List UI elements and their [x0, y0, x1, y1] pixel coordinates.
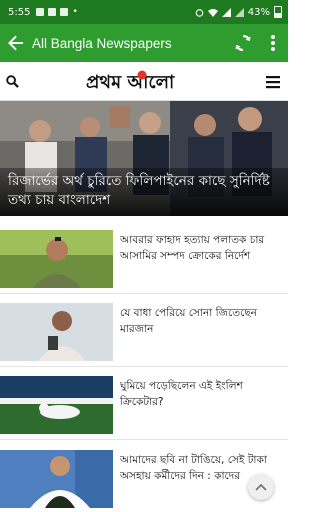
article-thumbnail-4 — [0, 450, 113, 508]
article-item-2[interactable]: যে বাধা পেরিয়ে সোনা জিতেছেন মারজান — [0, 303, 288, 363]
article-item-3[interactable]: ঘুমিয়ে পড়েছিলেন এই ইংলিশ ক্রিকেটার? — [0, 376, 288, 436]
article-item-4[interactable]: আমাদের ছবি না টাঙিয়ে, সেই টাকা অসহায় ক… — [0, 450, 288, 510]
hamburger-icon — [266, 76, 280, 89]
message-icon — [60, 8, 69, 16]
battery-percent: 43% — [247, 6, 270, 18]
article-title-1: আবরার ফাহাদ হত্যায় পলাতক চার আসামির সম্… — [120, 234, 265, 262]
signal-icon — [221, 7, 231, 17]
alarm-icon — [195, 8, 204, 17]
app-bar: All Bangla Newspapers — [0, 24, 288, 62]
article-thumbnail-2 — [0, 303, 113, 361]
refresh-icon — [235, 34, 251, 52]
prothom-alo-logo[interactable]: প্রথম আলো — [84, 66, 204, 96]
more-notifications-icon: • — [72, 7, 78, 17]
article-item-1[interactable]: আবরার ফাহাদ হত্যায় পলাতক চার আসামির সম্… — [0, 230, 288, 290]
logo-sun-icon — [137, 70, 147, 80]
status-bar: 5:55 • 43% — [0, 0, 288, 24]
scroll-to-top-button[interactable] — [248, 474, 274, 500]
wifi-icon — [207, 8, 218, 17]
site-menu-button[interactable] — [266, 74, 280, 89]
site-search-button[interactable] — [0, 62, 24, 100]
more-vert-icon — [271, 35, 275, 51]
refresh-button[interactable] — [228, 24, 258, 62]
battery-icon — [274, 6, 282, 18]
article-title-2: যে বাধা পেরিয়ে সোনা জিতেছেন মারজান — [120, 307, 257, 335]
notification-icon — [36, 8, 45, 16]
back-arrow-icon — [8, 35, 23, 51]
divider — [0, 366, 288, 367]
site-header: প্রথম আলো — [0, 62, 288, 101]
app-title: All Bangla Newspapers — [32, 35, 172, 51]
article-title-3: ঘুমিয়ে পড়েছিলেন এই ইংলিশ ক্রিকেটার? — [120, 380, 243, 408]
hero-headline: রিজার্ভের অর্থ চুরিতে ফিলিপাইনের কাছে সু… — [0, 168, 288, 216]
divider — [0, 439, 288, 440]
search-icon — [5, 74, 19, 88]
image-notification-icon — [48, 8, 57, 16]
divider — [0, 293, 288, 294]
logo-text: প্রথম আলো — [86, 72, 175, 93]
back-button[interactable] — [0, 24, 32, 62]
hero-article[interactable]: রিজার্ভের অর্থ চুরিতে ফিলিপাইনের কাছে সু… — [0, 101, 288, 216]
article-thumbnail-1 — [0, 230, 113, 288]
chevron-up-icon — [255, 483, 267, 491]
article-thumbnail-3 — [0, 376, 113, 434]
status-time: 5:55 — [8, 6, 31, 18]
signal-icon-2 — [234, 7, 244, 17]
overflow-menu-button[interactable] — [258, 24, 288, 62]
